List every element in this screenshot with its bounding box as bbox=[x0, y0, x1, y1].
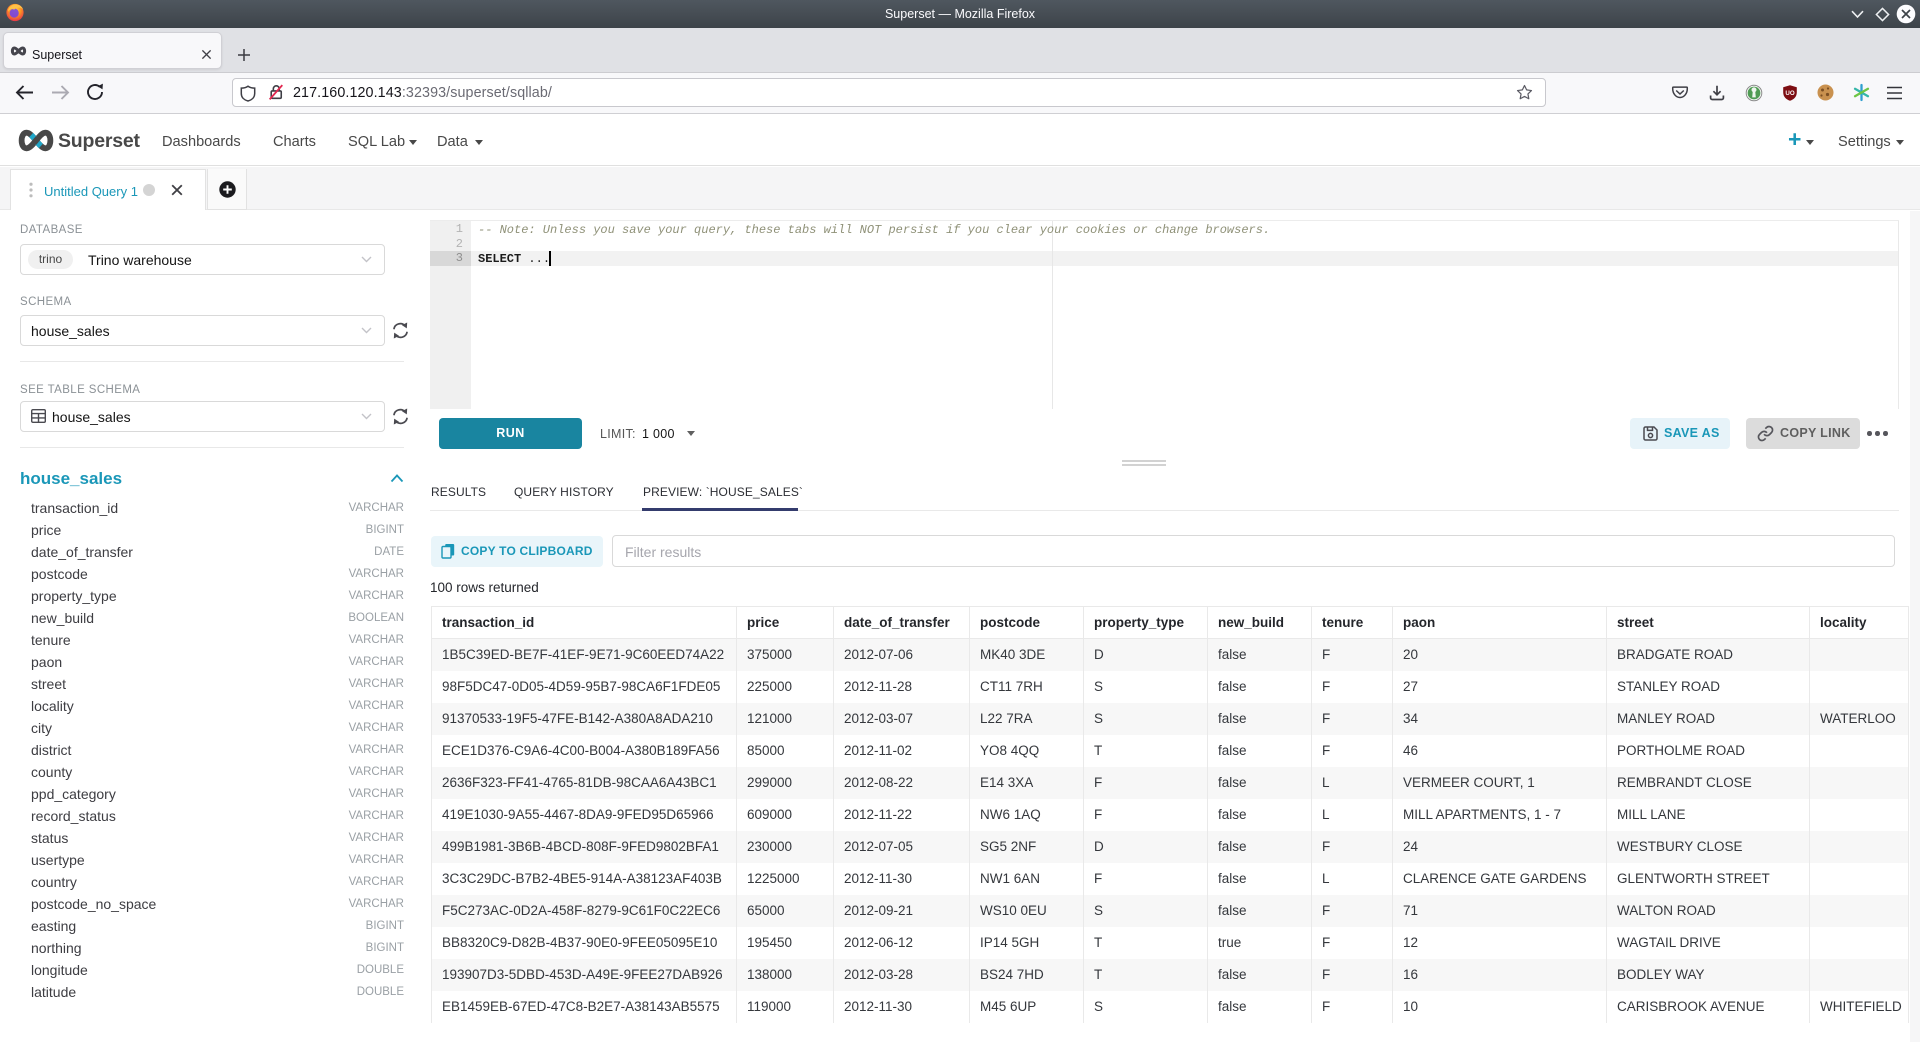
svg-text:UO: UO bbox=[1785, 90, 1794, 97]
